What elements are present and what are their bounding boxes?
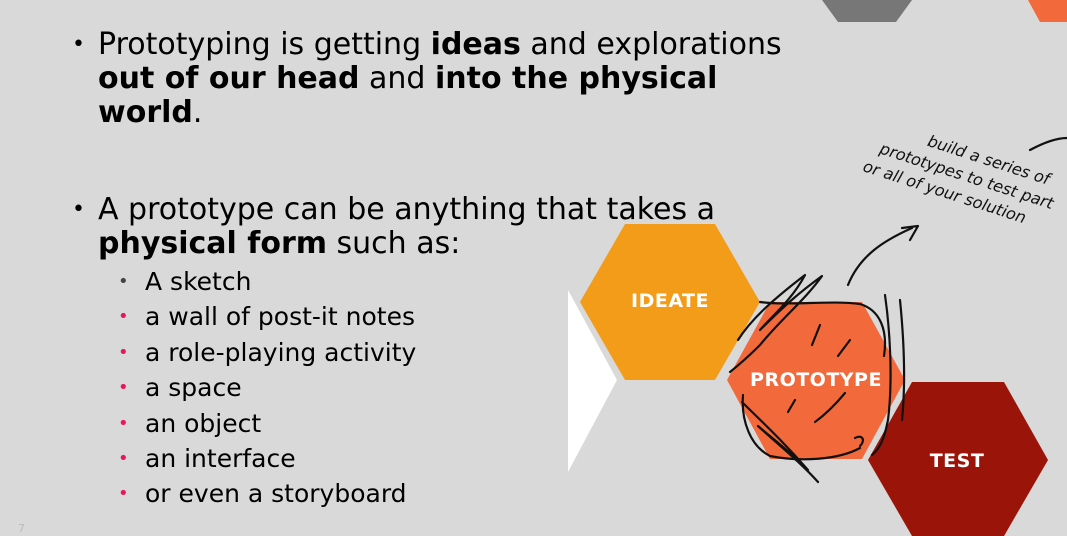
slide: • Prototyping is getting ideas and explo… — [0, 0, 1067, 536]
design-process-diagram: IDEATE PROTOTYPE TEST build a series of … — [568, 0, 1067, 536]
hex-test-label: TEST — [930, 450, 985, 472]
hex-orange-top — [1028, 0, 1067, 22]
page-number: 7 — [18, 522, 25, 535]
handwritten-note: build a series of prototypes to test par… — [861, 131, 1057, 227]
hex-prototype-label: PROTOTYPE — [750, 369, 882, 391]
hex-grey-top — [822, 0, 912, 22]
hex-ideate-label: IDEATE — [631, 290, 709, 312]
